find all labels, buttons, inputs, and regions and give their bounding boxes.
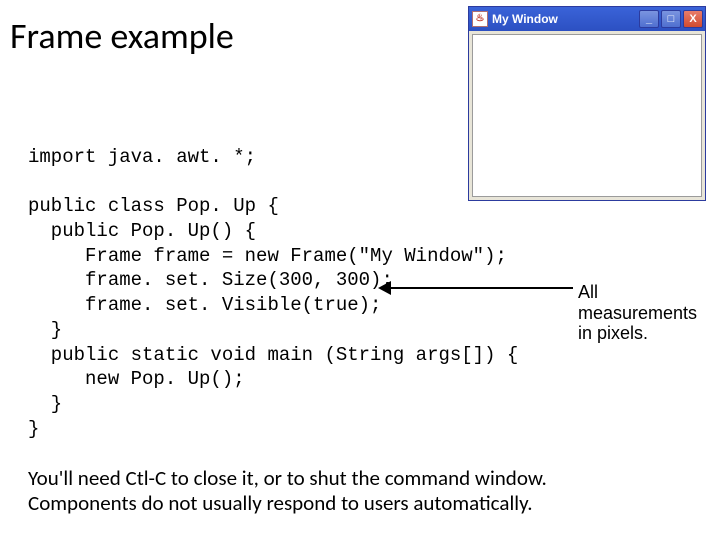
java-icon: ♨ — [472, 11, 488, 27]
annotation-line1: All measurements — [578, 282, 720, 323]
minimize-button[interactable]: _ — [639, 10, 659, 28]
footer-text: You'll need Ctl-C to close it, or to shu… — [28, 466, 547, 516]
titlebar: ♨ My Window _ □ X — [469, 7, 705, 31]
annotation-line2: in pixels. — [578, 323, 720, 344]
slide-title: Frame example — [10, 14, 234, 58]
footer-line1: You'll need Ctl-C to close it, or to shu… — [28, 466, 547, 491]
window-title: My Window — [492, 12, 637, 26]
slide: Frame example ♨ My Window _ □ X import j… — [0, 0, 720, 540]
close-button[interactable]: X — [683, 10, 703, 28]
arrow-head-icon — [378, 281, 391, 295]
arrow-line — [388, 287, 573, 289]
maximize-button[interactable]: □ — [661, 10, 681, 28]
annotation-text: All measurements in pixels. — [578, 282, 720, 344]
footer-line2: Components do not usually respond to use… — [28, 491, 547, 516]
annotation-arrow — [378, 278, 573, 300]
